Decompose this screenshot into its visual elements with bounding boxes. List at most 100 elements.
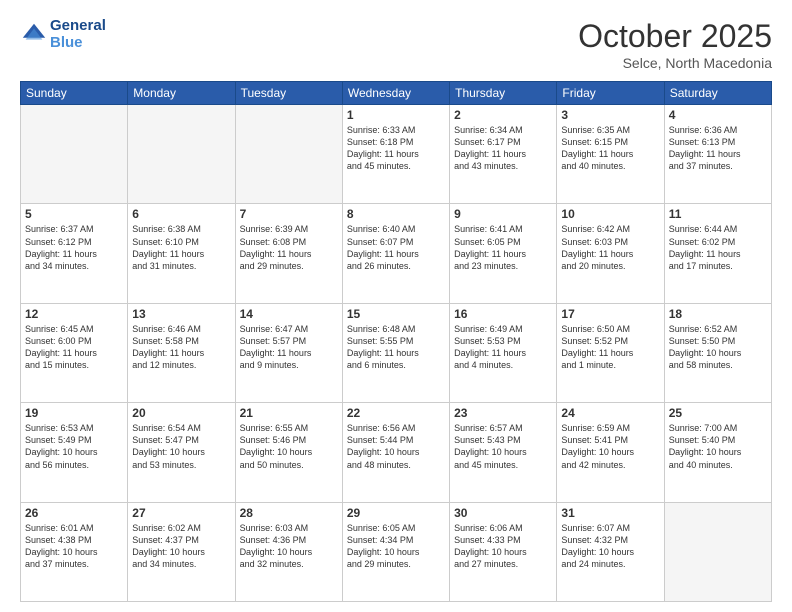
day-number: 2 [454,108,552,122]
day-header-friday: Friday [557,82,664,105]
logo: General Blue [20,18,106,51]
day-number: 19 [25,406,123,420]
day-number: 25 [669,406,767,420]
calendar-cell: 21 Sunrise: 6:55 AM Sunset: 5:46 PM Dayli… [235,403,342,502]
cell-info: Sunrise: 6:50 AM Sunset: 5:52 PM Dayligh… [561,323,659,372]
cell-info: Sunrise: 7:00 AM Sunset: 5:40 PM Dayligh… [669,422,767,471]
cell-info: Sunrise: 6:06 AM Sunset: 4:33 PM Dayligh… [454,522,552,571]
day-header-saturday: Saturday [664,82,771,105]
calendar-cell: 9 Sunrise: 6:41 AM Sunset: 6:05 PM Daylig… [450,204,557,303]
day-number: 20 [132,406,230,420]
calendar-cell: 2Sunrise: 6:34 AM Sunset: 6:17 PM Daylig… [450,105,557,204]
calendar-cell [235,105,342,204]
calendar-cell: 8 Sunrise: 6:40 AM Sunset: 6:07 PM Daylig… [342,204,449,303]
day-number: 12 [25,307,123,321]
calendar-cell: 20 Sunrise: 6:54 AM Sunset: 5:47 PM Dayli… [128,403,235,502]
cell-info: Sunrise: 6:56 AM Sunset: 5:44 PM Dayligh… [347,422,445,471]
day-number: 7 [240,207,338,221]
day-number: 18 [669,307,767,321]
day-header-wednesday: Wednesday [342,82,449,105]
day-number: 30 [454,506,552,520]
day-header-tuesday: Tuesday [235,82,342,105]
cell-info: Sunrise: 6:38 AM Sunset: 6:10 PM Dayligh… [132,223,230,272]
calendar: SundayMondayTuesdayWednesdayThursdayFrid… [20,81,772,602]
cell-info: Sunrise: 6:40 AM Sunset: 6:07 PM Dayligh… [347,223,445,272]
cell-info: Sunrise: 6:33 AM Sunset: 6:18 PM Dayligh… [347,124,445,173]
cell-info: Sunrise: 6:35 AM Sunset: 6:15 PM Dayligh… [561,124,659,173]
calendar-cell: 12 Sunrise: 6:45 AM Sunset: 6:00 PM Dayli… [21,303,128,402]
day-number: 6 [132,207,230,221]
calendar-cell: 14Sunrise: 6:47 AM Sunset: 5:57 PM Dayli… [235,303,342,402]
location: Selce, North Macedonia [578,55,772,71]
calendar-cell: 3 Sunrise: 6:35 AM Sunset: 6:15 PM Daylig… [557,105,664,204]
cell-info: Sunrise: 6:53 AM Sunset: 5:49 PM Dayligh… [25,422,123,471]
calendar-cell: 18 Sunrise: 6:52 AM Sunset: 5:50 PM Dayli… [664,303,771,402]
day-number: 8 [347,207,445,221]
day-number: 24 [561,406,659,420]
day-number: 13 [132,307,230,321]
cell-info: Sunrise: 6:05 AM Sunset: 4:34 PM Dayligh… [347,522,445,571]
calendar-week-1: 1 Sunrise: 6:33 AM Sunset: 6:18 PM Daylig… [21,105,772,204]
calendar-cell [664,502,771,601]
calendar-cell: 1 Sunrise: 6:33 AM Sunset: 6:18 PM Daylig… [342,105,449,204]
calendar-cell: 28 Sunrise: 6:03 AM Sunset: 4:36 PM Dayli… [235,502,342,601]
day-number: 27 [132,506,230,520]
day-number: 21 [240,406,338,420]
day-number: 31 [561,506,659,520]
cell-info: Sunrise: 6:37 AM Sunset: 6:12 PM Dayligh… [25,223,123,272]
cell-info: Sunrise: 6:46 AM Sunset: 5:58 PM Dayligh… [132,323,230,372]
calendar-week-3: 12 Sunrise: 6:45 AM Sunset: 6:00 PM Dayli… [21,303,772,402]
calendar-cell: 16Sunrise: 6:49 AM Sunset: 5:53 PM Dayli… [450,303,557,402]
logo-blue: Blue [50,35,106,52]
calendar-cell: 24 Sunrise: 6:59 AM Sunset: 5:41 PM Dayli… [557,403,664,502]
day-number: 22 [347,406,445,420]
day-header-monday: Monday [128,82,235,105]
calendar-week-2: 5 Sunrise: 6:37 AM Sunset: 6:12 PM Daylig… [21,204,772,303]
day-number: 9 [454,207,552,221]
calendar-cell: 4Sunrise: 6:36 AM Sunset: 6:13 PM Daylig… [664,105,771,204]
calendar-cell: 13 Sunrise: 6:46 AM Sunset: 5:58 PM Dayli… [128,303,235,402]
day-number: 28 [240,506,338,520]
title-block: October 2025 Selce, North Macedonia [578,18,772,71]
calendar-cell: 5 Sunrise: 6:37 AM Sunset: 6:12 PM Daylig… [21,204,128,303]
cell-info: Sunrise: 6:42 AM Sunset: 6:03 PM Dayligh… [561,223,659,272]
day-header-sunday: Sunday [21,82,128,105]
cell-info: Sunrise: 6:45 AM Sunset: 6:00 PM Dayligh… [25,323,123,372]
day-number: 1 [347,108,445,122]
calendar-week-4: 19 Sunrise: 6:53 AM Sunset: 5:49 PM Dayli… [21,403,772,502]
cell-info: Sunrise: 6:39 AM Sunset: 6:08 PM Dayligh… [240,223,338,272]
calendar-cell: 17 Sunrise: 6:50 AM Sunset: 5:52 PM Dayli… [557,303,664,402]
calendar-header-row: SundayMondayTuesdayWednesdayThursdayFrid… [21,82,772,105]
day-number: 3 [561,108,659,122]
day-number: 26 [25,506,123,520]
day-number: 5 [25,207,123,221]
calendar-cell: 11 Sunrise: 6:44 AM Sunset: 6:02 PM Dayli… [664,204,771,303]
day-number: 10 [561,207,659,221]
header: General Blue October 2025 Selce, North M… [20,18,772,71]
cell-info: Sunrise: 6:41 AM Sunset: 6:05 PM Dayligh… [454,223,552,272]
day-number: 15 [347,307,445,321]
calendar-cell: 26 Sunrise: 6:01 AM Sunset: 4:38 PM Dayli… [21,502,128,601]
cell-info: Sunrise: 6:48 AM Sunset: 5:55 PM Dayligh… [347,323,445,372]
cell-info: Sunrise: 6:52 AM Sunset: 5:50 PM Dayligh… [669,323,767,372]
cell-info: Sunrise: 6:01 AM Sunset: 4:38 PM Dayligh… [25,522,123,571]
cell-info: Sunrise: 6:49 AM Sunset: 5:53 PM Dayligh… [454,323,552,372]
calendar-cell [21,105,128,204]
logo-icon [20,21,48,49]
calendar-week-5: 26 Sunrise: 6:01 AM Sunset: 4:38 PM Dayli… [21,502,772,601]
cell-info: Sunrise: 6:54 AM Sunset: 5:47 PM Dayligh… [132,422,230,471]
cell-info: Sunrise: 6:03 AM Sunset: 4:36 PM Dayligh… [240,522,338,571]
day-header-thursday: Thursday [450,82,557,105]
cell-info: Sunrise: 6:55 AM Sunset: 5:46 PM Dayligh… [240,422,338,471]
cell-info: Sunrise: 6:07 AM Sunset: 4:32 PM Dayligh… [561,522,659,571]
calendar-cell: 27Sunrise: 6:02 AM Sunset: 4:37 PM Dayli… [128,502,235,601]
cell-info: Sunrise: 6:44 AM Sunset: 6:02 PM Dayligh… [669,223,767,272]
cell-info: Sunrise: 6:59 AM Sunset: 5:41 PM Dayligh… [561,422,659,471]
day-number: 11 [669,207,767,221]
calendar-cell: 31 Sunrise: 6:07 AM Sunset: 4:32 PM Dayli… [557,502,664,601]
day-number: 17 [561,307,659,321]
month-title: October 2025 [578,18,772,55]
calendar-cell: 7 Sunrise: 6:39 AM Sunset: 6:08 PM Daylig… [235,204,342,303]
cell-info: Sunrise: 6:36 AM Sunset: 6:13 PM Dayligh… [669,124,767,173]
calendar-cell: 29Sunrise: 6:05 AM Sunset: 4:34 PM Dayli… [342,502,449,601]
